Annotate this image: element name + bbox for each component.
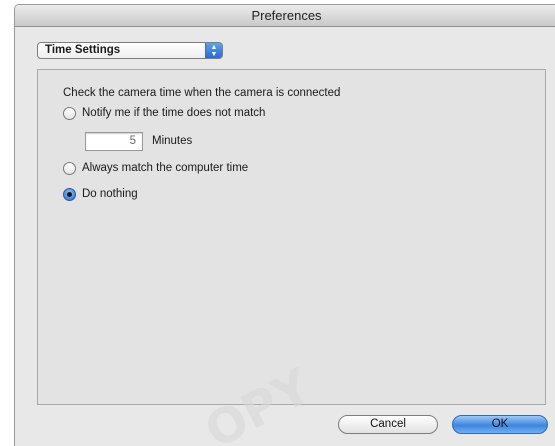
radio-notify-mismatch[interactable]: Notify me if the time does not match xyxy=(63,105,265,121)
cancel-button[interactable]: Cancel xyxy=(338,415,438,434)
radio-label-notify: Notify me if the time does not match xyxy=(82,107,266,119)
radio-do-nothing[interactable]: Do nothing xyxy=(63,186,138,202)
radio-button-icon xyxy=(63,106,76,120)
window-title: Preferences xyxy=(15,5,555,27)
settings-category-dropdown[interactable]: Time Settings ▲ ▼ xyxy=(37,42,223,59)
radio-button-selected-icon xyxy=(63,187,76,201)
radio-button-icon xyxy=(63,161,76,175)
radio-label-always-match: Always match the computer time xyxy=(82,162,249,174)
radio-label-do-nothing: Do nothing xyxy=(82,188,138,200)
time-check-heading: Check the camera time when the camera is… xyxy=(63,87,341,99)
radio-dot-icon xyxy=(67,191,72,197)
minutes-input[interactable]: 5 xyxy=(85,132,143,151)
ok-button[interactable]: OK xyxy=(452,415,548,434)
updown-arrows-icon: ▲ ▼ xyxy=(205,43,222,58)
dropdown-selected-value: Time Settings xyxy=(45,44,121,56)
minutes-label: Minutes xyxy=(152,135,193,147)
time-settings-panel: Check the camera time when the camera is… xyxy=(37,69,546,405)
radio-always-match[interactable]: Always match the computer time xyxy=(63,160,248,176)
